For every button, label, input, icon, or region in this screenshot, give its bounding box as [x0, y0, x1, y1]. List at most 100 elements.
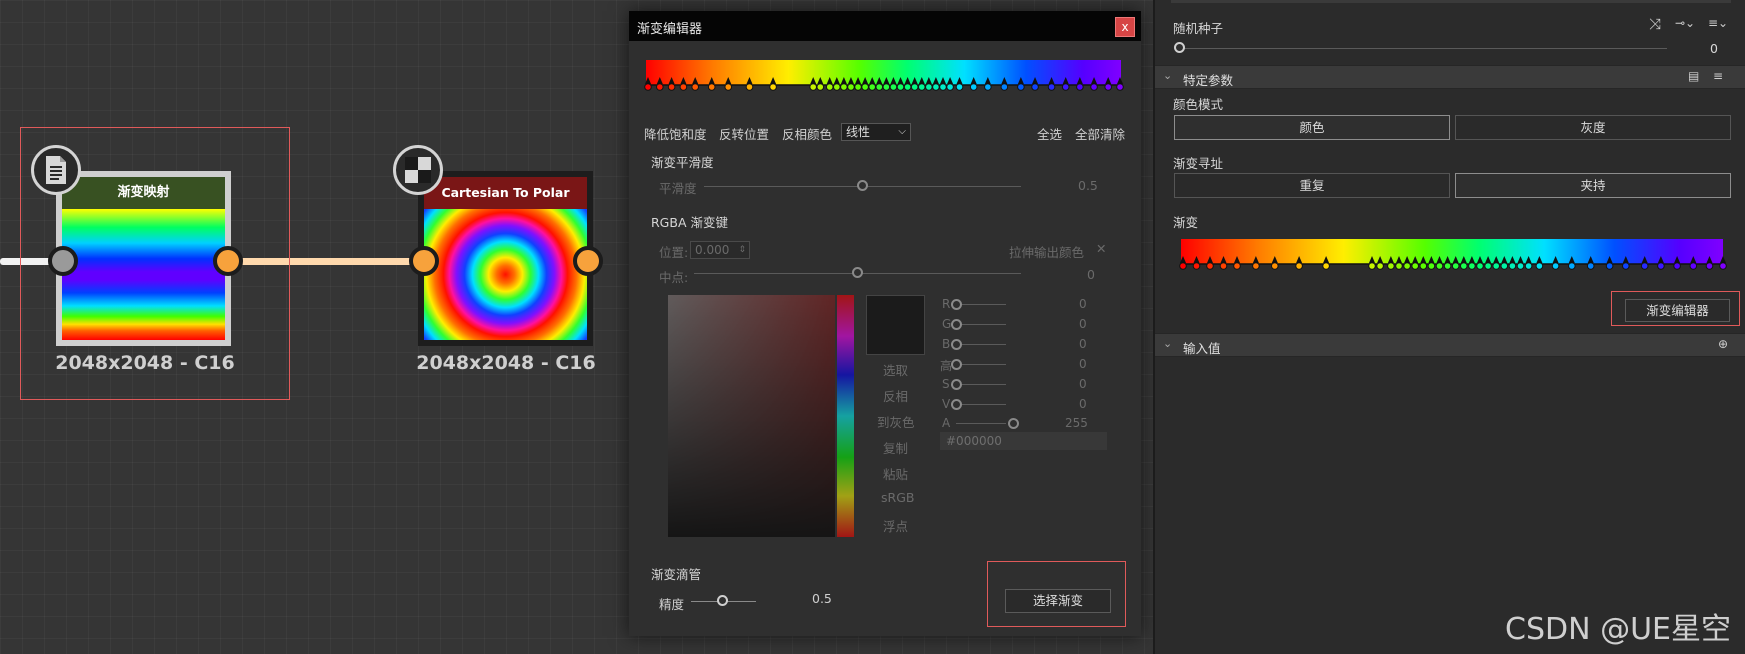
color-mode-grayscale-option[interactable]: 灰度: [1455, 115, 1731, 140]
channel-g-knob[interactable]: [951, 319, 962, 330]
channel-h-knob[interactable]: [951, 359, 962, 370]
gradient-key: [1476, 256, 1484, 270]
gradient-key: [1705, 256, 1714, 270]
channel-v-track[interactable]: [956, 404, 1006, 405]
output-port[interactable]: [573, 246, 603, 276]
invert-color-button[interactable]: 反相颜色: [782, 124, 832, 143]
gradient-key: [1443, 256, 1452, 270]
desaturate-button[interactable]: 降低饱和度: [644, 124, 707, 143]
channel-r-knob[interactable]: [951, 299, 962, 310]
gradient-key: [1206, 256, 1214, 270]
gradient-key: [1657, 256, 1665, 270]
gradient-key: [955, 77, 964, 91]
gradient-key: [691, 77, 700, 91]
checker-icon: [393, 145, 443, 195]
smoothness-label: 平滑度: [659, 181, 697, 196]
node-title: Cartesian To Polar Color: [424, 177, 587, 232]
input-values-header[interactable]: ⌄ 输入值 ⊕: [1155, 333, 1745, 357]
action-invert[interactable]: 反相: [883, 386, 908, 405]
gradient-editor-dialog: 渐变编辑器 x 降低饱和度 反转位置 反相颜色 线性 ⌵ 全选 全部清除 渐变平…: [629, 11, 1141, 636]
channel-b-track[interactable]: [956, 344, 1006, 345]
color-mode-label: 颜色模式: [1173, 97, 1224, 112]
gradient-key: [1719, 256, 1727, 270]
action-paste[interactable]: 粘贴: [883, 464, 908, 483]
addressing-repeat-option[interactable]: 重复: [1174, 173, 1450, 198]
gradient-key: [769, 77, 777, 91]
gradient-key-markers[interactable]: [644, 75, 1124, 95]
gradient-key: [644, 77, 652, 91]
channel-g-track[interactable]: [956, 324, 1006, 325]
smoothness-slider-knob[interactable]: [857, 180, 868, 191]
close-button[interactable]: x: [1115, 17, 1135, 37]
action-to-grey[interactable]: 到灰色: [877, 412, 915, 431]
saturation-value-picker[interactable]: [668, 295, 835, 537]
random-seed-slider-knob[interactable]: [1174, 42, 1185, 53]
precision-slider-knob[interactable]: [717, 595, 728, 606]
channel-a-track[interactable]: [956, 423, 1006, 424]
channel-r-track[interactable]: [956, 304, 1006, 305]
hue-slider[interactable]: [837, 295, 854, 537]
select-gradient-button[interactable]: 选择渐变: [1005, 589, 1111, 613]
gradient-key: [1295, 256, 1303, 270]
gradient-key: [1568, 256, 1576, 270]
gradient-key: [1233, 256, 1241, 270]
expose-parameter-icon[interactable]: ⊸⌄: [1675, 16, 1695, 30]
addressing-clamp-option[interactable]: 夹持: [1455, 173, 1731, 198]
channel-h-track[interactable]: [956, 364, 1006, 365]
cartesian-to-polar-node[interactable]: Cartesian To Polar Color: [418, 171, 593, 346]
gradient-map-node[interactable]: 渐变映射: [56, 171, 231, 346]
dialog-titlebar[interactable]: 渐变编辑器 x: [629, 11, 1141, 41]
input-port[interactable]: [48, 246, 78, 276]
gradient-key: [925, 77, 933, 91]
precision-label: 精度: [659, 597, 685, 612]
channel-v-value: 0: [1079, 397, 1087, 411]
action-pick[interactable]: 选取: [883, 360, 908, 379]
add-icon[interactable]: ⊕: [1718, 337, 1728, 351]
channel-r-value: 0: [1079, 297, 1087, 311]
gradient-key: [1000, 77, 1009, 91]
clear-all-button[interactable]: 全部清除: [1075, 124, 1125, 143]
gradient-key: [1460, 256, 1468, 270]
gradient-key: [809, 77, 817, 91]
gradient-key-markers[interactable]: [1179, 254, 1727, 274]
action-copy[interactable]: 复制: [883, 438, 908, 457]
gradient-key: [1271, 256, 1279, 270]
action-srgb[interactable]: sRGB: [881, 490, 914, 505]
gradient-key: [1252, 256, 1260, 270]
gradient-key: [1411, 256, 1419, 270]
preset-icon[interactable]: ▤: [1688, 69, 1699, 83]
midpoint-slider-knob[interactable]: [852, 267, 863, 278]
output-port[interactable]: [213, 246, 243, 276]
gradient-key: [1104, 77, 1113, 91]
input-port[interactable]: [409, 246, 439, 276]
gradient-editor-button[interactable]: 渐变编辑器: [1625, 299, 1730, 322]
input-values-title: 输入值: [1183, 341, 1221, 356]
gradient-key: [1435, 256, 1444, 270]
options-menu-icon[interactable]: ≡: [1713, 69, 1723, 83]
specific-params-header[interactable]: ⌄ 特定参数 ▤ ≡: [1155, 65, 1745, 89]
random-seed-slider-track[interactable]: [1179, 48, 1667, 49]
select-all-button[interactable]: 全选: [1037, 124, 1062, 143]
options-menu-icon[interactable]: ≡⌄: [1708, 16, 1728, 30]
channel-b-knob[interactable]: [951, 339, 962, 350]
hex-color-input[interactable]: #000000: [940, 432, 1107, 450]
channel-a-knob[interactable]: [1008, 418, 1019, 429]
position-value: 0.000: [695, 243, 730, 257]
delete-key-icon[interactable]: ✕: [1096, 241, 1106, 256]
interpolation-select[interactable]: 线性 ⌵: [841, 123, 911, 141]
gradient-key: [724, 77, 733, 91]
color-mode-color-option[interactable]: 颜色: [1174, 115, 1450, 140]
gradient-key: [1622, 256, 1630, 270]
node-preview: [424, 209, 587, 340]
shuffle-icon[interactable]: ⤨: [1649, 15, 1661, 33]
gradient-key: [875, 77, 884, 91]
channel-s-knob[interactable]: [951, 379, 962, 390]
midpoint-label: 中点:: [659, 270, 689, 285]
action-float[interactable]: 浮点: [883, 516, 908, 535]
reverse-position-button[interactable]: 反转位置: [719, 124, 769, 143]
position-input[interactable]: 0.000 ⇕: [690, 241, 750, 259]
channel-v-knob[interactable]: [951, 399, 962, 410]
channel-s-track[interactable]: [956, 384, 1006, 385]
channel-s-label: S: [942, 377, 950, 391]
specific-params-title: 特定参数: [1183, 73, 1234, 88]
